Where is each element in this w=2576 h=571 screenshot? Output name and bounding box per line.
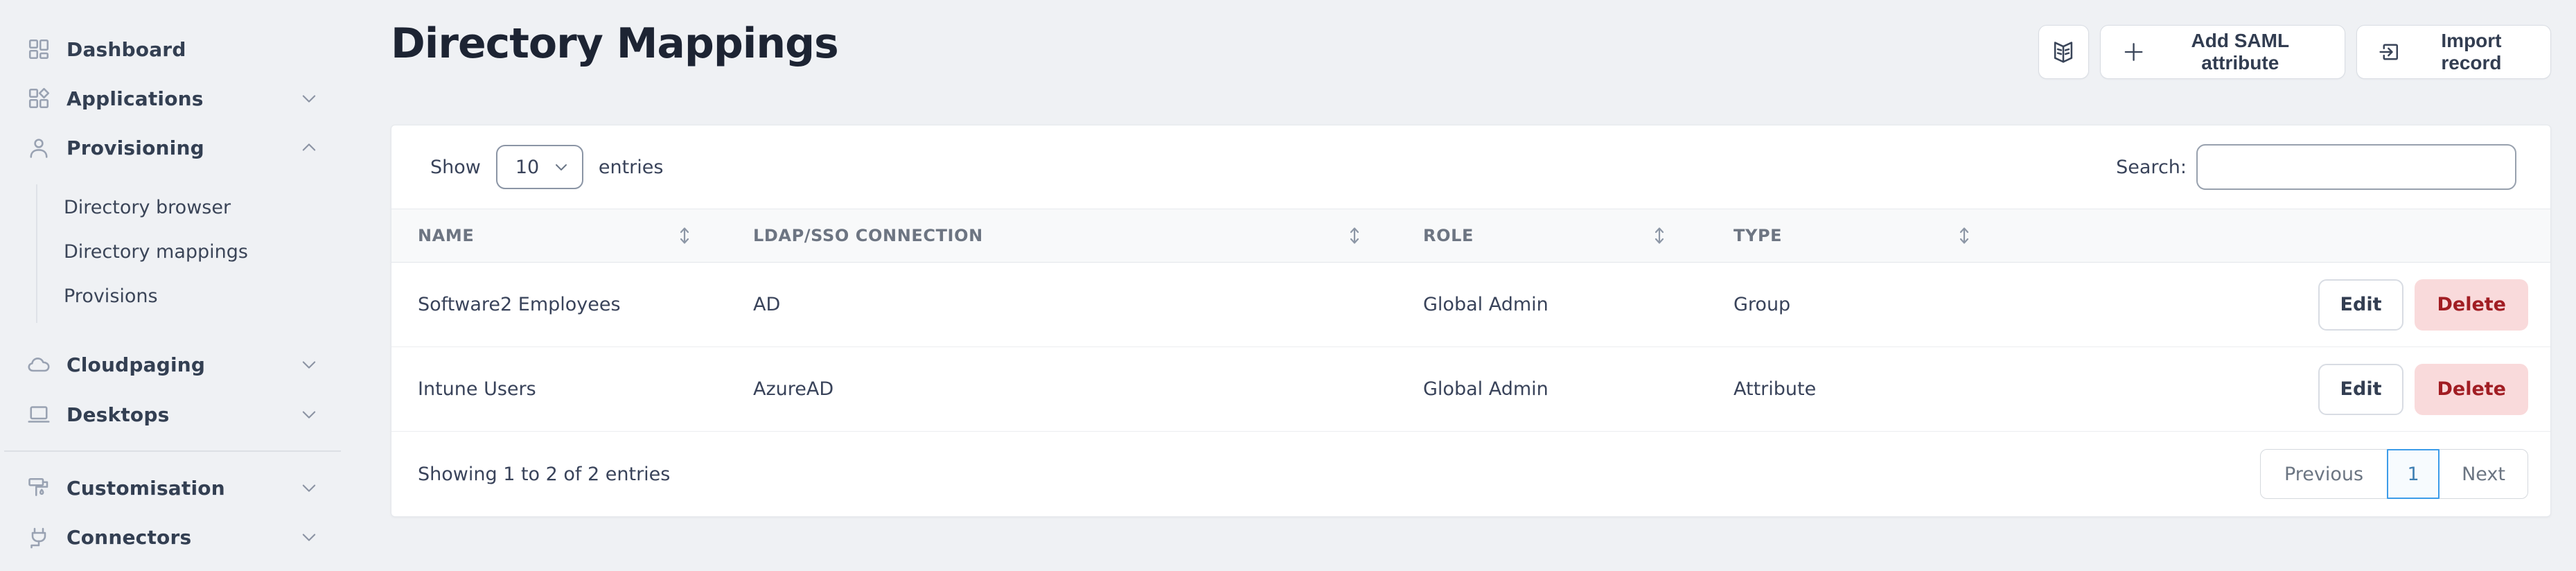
pagination-page-1[interactable]: 1 xyxy=(2387,449,2440,499)
column-header-actions xyxy=(2033,209,2550,262)
sidebar-item-directory-mappings[interactable]: Directory mappings xyxy=(64,232,313,271)
sidebar-divider xyxy=(4,450,341,452)
sort-icon[interactable] xyxy=(677,225,692,246)
sidebar-item-dashboard[interactable]: Dashboard xyxy=(26,28,328,70)
sort-icon[interactable] xyxy=(1347,225,1362,246)
laptop-icon xyxy=(26,402,51,427)
page-size-select[interactable]: 10 xyxy=(496,145,583,189)
cell-actions: Edit Delete xyxy=(2033,347,2550,431)
sidebar-item-label: Cloudpaging xyxy=(67,353,205,376)
chevron-down-icon xyxy=(299,89,319,108)
header-actions: Add SAML attribute Import record xyxy=(2038,25,2551,79)
sidebar-item-provisioning[interactable]: Provisioning xyxy=(26,127,328,168)
pagination-next[interactable]: Next xyxy=(2440,450,2528,498)
column-header-type[interactable]: TYPE xyxy=(1728,209,2033,262)
chevron-down-icon xyxy=(299,405,319,424)
sidebar-item-directory-browser[interactable]: Directory browser xyxy=(64,188,313,227)
import-record-button[interactable]: Import record xyxy=(2356,25,2551,79)
table-row: Software2 Employees AD Global Admin Grou… xyxy=(391,263,2550,347)
applications-icon xyxy=(26,86,51,111)
sidebar-item-label: Dashboard xyxy=(67,38,186,61)
sidebar-item-label: Desktops xyxy=(67,403,169,426)
sidebar-item-cloudpaging[interactable]: Cloudpaging xyxy=(26,344,328,385)
chevron-down-icon xyxy=(553,159,570,175)
search-input[interactable] xyxy=(2196,144,2516,190)
sidebar-item-label: Provisioning xyxy=(67,137,204,159)
chevron-down-icon xyxy=(299,478,319,498)
directory-mappings-card: Show 10 entries Search: NAME xyxy=(391,125,2551,517)
sidebar: Dashboard Applications Provisioning xyxy=(0,0,388,571)
sidebar-item-label: Connectors xyxy=(67,526,191,549)
open-book-icon xyxy=(2050,39,2076,65)
search-group: Search: xyxy=(2116,144,2516,190)
show-label: Show xyxy=(430,157,481,178)
chevron-up-icon xyxy=(299,138,319,157)
user-icon xyxy=(26,135,51,160)
plus-icon xyxy=(2121,39,2146,65)
cell-connection: AzureAD xyxy=(753,347,1423,431)
chevron-down-icon xyxy=(299,527,319,547)
add-saml-attribute-button[interactable]: Add SAML attribute xyxy=(2100,25,2345,79)
cell-name: Intune Users xyxy=(391,347,753,431)
submenu-rail xyxy=(36,184,37,323)
sidebar-item-provisions[interactable]: Provisions xyxy=(64,276,313,315)
delete-button[interactable]: Delete xyxy=(2415,364,2528,415)
cell-name: Software2 Employees xyxy=(391,263,753,346)
import-record-label: Import record xyxy=(2413,30,2530,74)
cell-actions: Edit Delete xyxy=(2033,263,2550,346)
edit-button[interactable]: Edit xyxy=(2318,279,2404,331)
search-label: Search: xyxy=(2116,157,2187,178)
cell-role: Global Admin xyxy=(1423,347,1728,431)
cloud-icon xyxy=(26,352,51,377)
table-row: Intune Users AzureAD Global Admin Attrib… xyxy=(391,347,2550,432)
table-footer: Showing 1 to 2 of 2 entries Previous 1 N… xyxy=(391,432,2550,516)
paint-roller-icon xyxy=(26,475,51,500)
sidebar-item-applications[interactable]: Applications xyxy=(26,78,328,119)
column-header-role[interactable]: ROLE xyxy=(1423,209,1728,262)
cell-type: Attribute xyxy=(1728,347,2033,431)
sidebar-item-label: Customisation xyxy=(67,477,225,500)
delete-button[interactable]: Delete xyxy=(2415,279,2528,331)
page-title: Directory Mappings xyxy=(391,19,838,68)
sidebar-item-label: Applications xyxy=(67,87,204,110)
pagination-previous[interactable]: Previous xyxy=(2261,450,2387,498)
column-header-name[interactable]: NAME xyxy=(391,209,753,262)
app-root: Dashboard Applications Provisioning xyxy=(0,0,2576,571)
entries-summary: Showing 1 to 2 of 2 entries xyxy=(418,464,670,485)
table-header-row: NAME LDAP/SSO CONNECTION ROLE TYPE xyxy=(391,209,2550,263)
table-toolbar: Show 10 entries Search: xyxy=(391,125,2550,209)
dashboard-icon xyxy=(26,37,51,62)
entries-label: entries xyxy=(599,157,664,178)
import-icon xyxy=(2378,39,2402,65)
chevron-down-icon xyxy=(299,355,319,374)
sidebar-item-desktops[interactable]: Desktops xyxy=(26,394,328,435)
sidebar-subitem-label: Directory mappings xyxy=(64,241,248,263)
pagination: Previous 1 Next xyxy=(2260,449,2528,499)
sidebar-item-connectors[interactable]: Connectors xyxy=(26,516,328,558)
column-header-connection[interactable]: LDAP/SSO CONNECTION xyxy=(753,209,1423,262)
sort-icon[interactable] xyxy=(1957,225,1972,246)
sidebar-item-customisation[interactable]: Customisation xyxy=(26,467,328,509)
sidebar-subitem-label: Directory browser xyxy=(64,197,231,218)
sort-icon[interactable] xyxy=(1652,225,1667,246)
add-saml-attribute-label: Add SAML attribute xyxy=(2157,30,2324,74)
edit-button[interactable]: Edit xyxy=(2318,364,2404,415)
cell-role: Global Admin xyxy=(1423,263,1728,346)
cell-type: Group xyxy=(1728,263,2033,346)
page-size-value: 10 xyxy=(515,157,539,178)
plug-icon xyxy=(26,525,51,550)
sidebar-subitem-label: Provisions xyxy=(64,286,158,307)
cell-connection: AD xyxy=(753,263,1423,346)
page-size-group: Show 10 entries xyxy=(430,145,663,189)
open-book-button[interactable] xyxy=(2038,25,2089,79)
